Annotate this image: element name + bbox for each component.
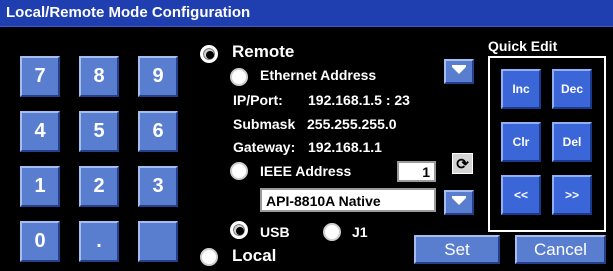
protocol-select[interactable]: API-8810A Native bbox=[260, 188, 436, 212]
key-3[interactable]: 3 bbox=[138, 166, 178, 207]
ethernet-radio[interactable] bbox=[230, 68, 248, 86]
key-7[interactable]: 7 bbox=[20, 56, 60, 97]
key-0[interactable]: 0 bbox=[20, 221, 60, 262]
ieee-radio[interactable] bbox=[230, 162, 248, 180]
usb-label: USB bbox=[260, 224, 290, 240]
cursor-right-button[interactable]: >> bbox=[552, 175, 592, 215]
key-8[interactable]: 8 bbox=[79, 56, 119, 97]
key-decimal[interactable]: . bbox=[79, 221, 119, 262]
set-button[interactable]: Set bbox=[414, 235, 500, 264]
j1-label: J1 bbox=[352, 224, 368, 240]
remote-label: Remote bbox=[232, 42, 295, 61]
j1-radio[interactable] bbox=[323, 223, 341, 241]
clr-button[interactable]: Clr bbox=[501, 122, 541, 162]
remote-radio[interactable] bbox=[200, 45, 218, 63]
ieee-label: IEEE Address bbox=[260, 163, 352, 179]
key-blank[interactable] bbox=[138, 221, 178, 262]
key-5[interactable]: 5 bbox=[79, 111, 119, 152]
local-label: Local bbox=[232, 246, 277, 265]
local-radio[interactable] bbox=[200, 248, 218, 266]
dec-button[interactable]: Dec bbox=[552, 69, 592, 109]
refresh-button[interactable]: ⟳ bbox=[452, 153, 473, 174]
protocol-dropdown-button[interactable] bbox=[444, 190, 474, 215]
gateway-value[interactable]: 192.168.1.1 bbox=[308, 139, 382, 155]
quick-edit-title: Quick Edit bbox=[488, 38, 558, 54]
gateway-label: Gateway: bbox=[233, 139, 296, 155]
ethernet-dropdown-button[interactable] bbox=[444, 59, 474, 84]
ethernet-label: Ethernet Address bbox=[260, 67, 377, 83]
ieee-address-input[interactable]: 1 bbox=[397, 161, 436, 182]
ipport-value[interactable]: 192.168.1.5 : 23 bbox=[308, 92, 410, 108]
key-4[interactable]: 4 bbox=[20, 111, 60, 152]
cancel-button[interactable]: Cancel bbox=[515, 235, 606, 264]
key-1[interactable]: 1 bbox=[20, 166, 60, 207]
usb-radio[interactable] bbox=[230, 221, 248, 239]
window-title: Local/Remote Mode Configuration bbox=[6, 4, 251, 21]
cursor-left-button[interactable]: << bbox=[501, 175, 541, 215]
del-button[interactable]: Del bbox=[552, 122, 592, 162]
submask-label: Submask bbox=[233, 116, 296, 132]
refresh-icon: ⟳ bbox=[456, 155, 469, 173]
title-bar: Local/Remote Mode Configuration bbox=[0, 0, 613, 27]
key-2[interactable]: 2 bbox=[79, 166, 119, 207]
key-9[interactable]: 9 bbox=[138, 56, 178, 97]
ipport-label: IP/Port: bbox=[233, 92, 283, 108]
key-6[interactable]: 6 bbox=[138, 111, 178, 152]
submask-value[interactable]: 255.255.255.0 bbox=[307, 116, 397, 132]
inc-button[interactable]: Inc bbox=[501, 69, 541, 109]
